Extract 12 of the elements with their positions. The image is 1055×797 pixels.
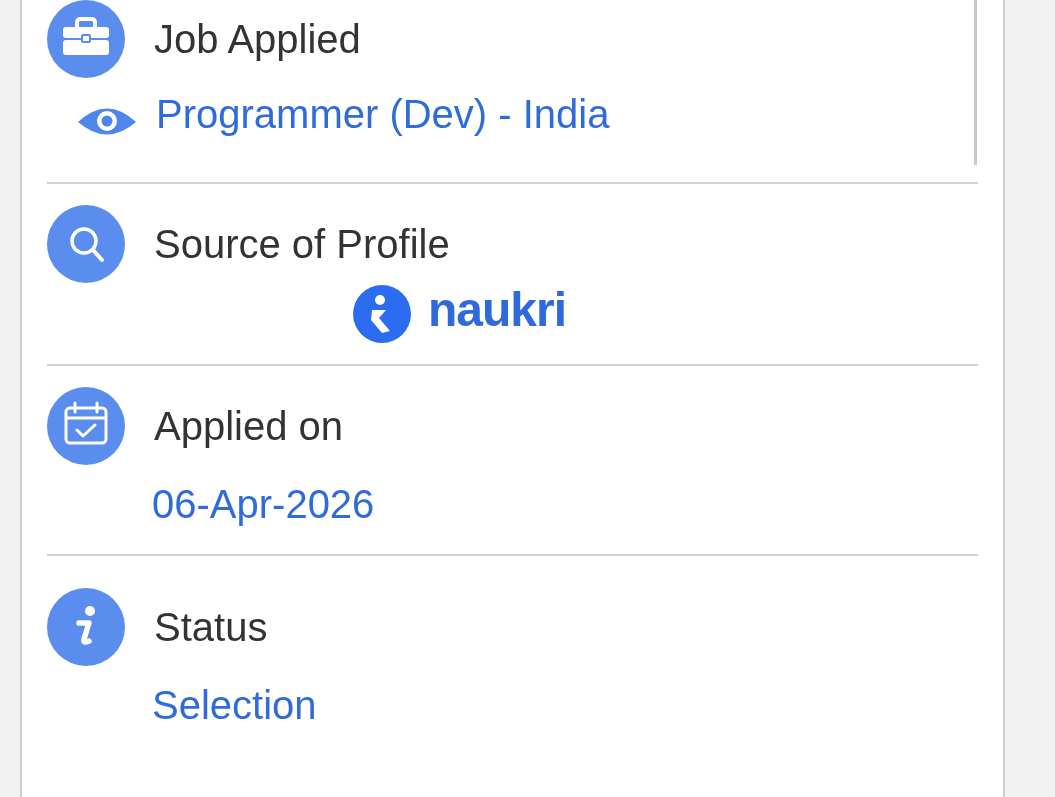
calendar-icon [47, 387, 125, 465]
brand-name: naukri [428, 284, 567, 336]
logo-mark-icon [353, 285, 411, 343]
info-icon [47, 588, 125, 666]
search-icon [47, 205, 125, 283]
field-label: Applied on [154, 403, 344, 450]
field-value: Selection [152, 682, 317, 729]
field-value: 06-Apr-2026 [152, 481, 375, 528]
field-label: Status [154, 604, 268, 651]
field-label: Source of Profile [154, 221, 450, 268]
field-label: Job Applied [154, 16, 361, 63]
job-link[interactable]: Programmer (Dev) - India [156, 90, 610, 138]
